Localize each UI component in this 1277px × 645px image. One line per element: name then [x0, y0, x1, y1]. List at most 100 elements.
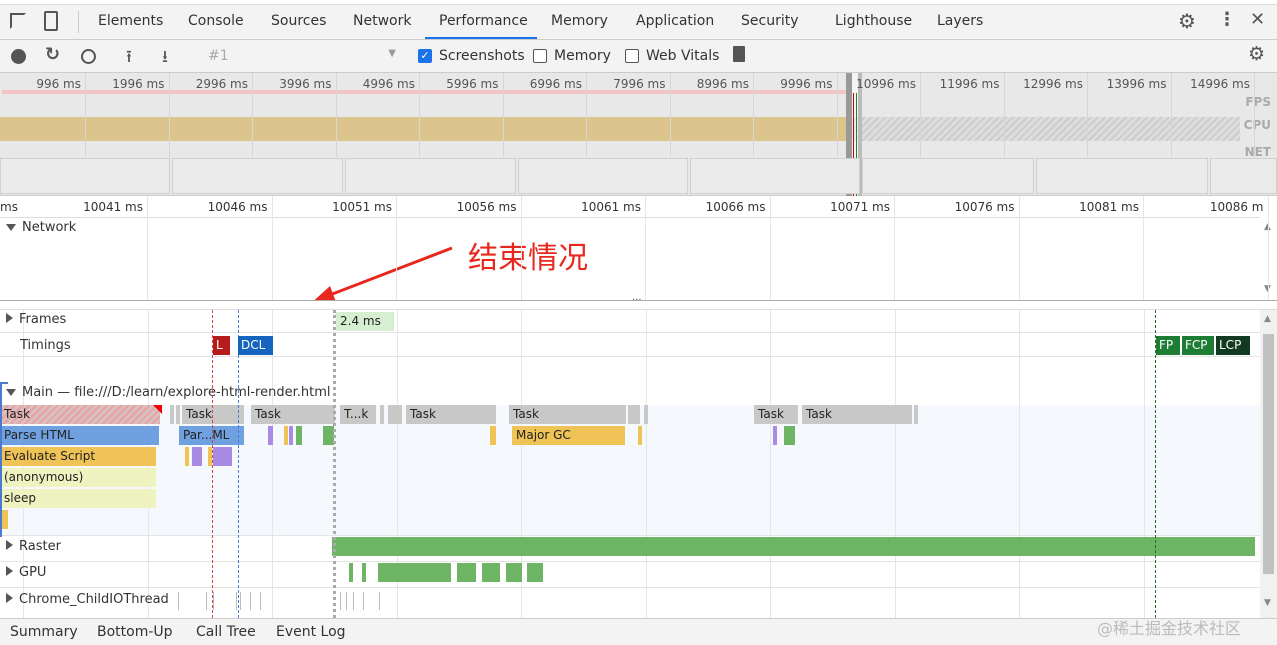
tab-sources[interactable]: Sources [271, 13, 326, 29]
event-block[interactable] [213, 447, 232, 466]
task-block[interactable]: Task [182, 405, 244, 424]
task-block[interactable] [388, 405, 402, 424]
screenshot-thumbnail[interactable] [0, 158, 170, 194]
fp-marker[interactable]: FP [1156, 336, 1180, 355]
tab-call-tree[interactable]: Call Tree [196, 624, 256, 640]
settings-icon[interactable]: ⚙ [1178, 9, 1196, 33]
tab-summary[interactable]: Summary [10, 624, 78, 640]
web-vitals-checkbox[interactable] [625, 49, 639, 63]
tab-console[interactable]: Console [188, 13, 244, 29]
io-event[interactable] [340, 592, 341, 610]
tab-lighthouse[interactable]: Lighthouse [835, 13, 912, 29]
major-gc-block[interactable]: Major GC [512, 426, 625, 445]
fcp-marker[interactable]: FCP [1182, 336, 1214, 355]
tab-elements[interactable]: Elements [98, 13, 163, 29]
load-marker[interactable]: L [213, 336, 230, 355]
tab-application[interactable]: Application [636, 13, 714, 29]
screenshots-checkbox[interactable]: ✓ [418, 49, 432, 63]
tab-security[interactable]: Security [741, 13, 799, 29]
gpu-block[interactable] [457, 563, 476, 582]
scrollbar-thumb[interactable] [1263, 334, 1274, 574]
event-block[interactable] [185, 447, 189, 466]
sleep-block[interactable]: sleep [0, 489, 156, 508]
event-block[interactable] [490, 426, 496, 445]
gpu-block[interactable] [378, 563, 451, 582]
recording-select[interactable]: #1 ▼ [200, 46, 400, 66]
task-block[interactable] [170, 405, 174, 424]
screenshot-thumbnail[interactable] [862, 158, 1034, 194]
tab-network[interactable]: Network [353, 13, 411, 29]
task-block[interactable] [380, 405, 384, 424]
io-event[interactable] [346, 592, 347, 610]
more-options-icon[interactable]: ⋮ [1218, 9, 1236, 30]
tab-event-log[interactable]: Event Log [276, 624, 346, 640]
io-event[interactable] [240, 592, 241, 610]
screenshot-thumbnail[interactable] [518, 158, 688, 194]
split-resizer[interactable]: ··· [0, 295, 1277, 310]
gpu-track-label[interactable]: GPU [6, 565, 46, 580]
task-block[interactable]: Task [754, 405, 798, 424]
frames-track-label[interactable]: Frames [6, 312, 66, 327]
io-event[interactable] [250, 592, 251, 610]
timeline-overview[interactable]: FPS CPU NET 996 ms 1996 ms 2996 ms 3996 ms 4… [0, 73, 1277, 196]
screenshot-thumbnail[interactable] [172, 158, 343, 194]
task-block-long[interactable]: Task [0, 405, 160, 424]
io-thread-track-label[interactable]: Chrome_ChildIOThread [6, 592, 169, 607]
tab-memory[interactable]: Memory [551, 13, 608, 29]
io-event[interactable] [206, 592, 207, 610]
io-event[interactable] [178, 592, 179, 610]
io-event[interactable] [379, 592, 380, 610]
device-toolbar-icon[interactable] [44, 11, 58, 31]
anonymous-function-block[interactable]: (anonymous) [0, 468, 156, 487]
flame-chart[interactable]: Frames 2.4 ms Timings Main — file:///D:/… [0, 310, 1260, 618]
clear-icon[interactable] [81, 49, 96, 64]
scroll-up-icon[interactable]: ▲ [1264, 314, 1271, 324]
capture-settings-icon[interactable]: ⚙ [1248, 43, 1265, 65]
io-event[interactable] [363, 592, 364, 610]
network-track[interactable]: Network [0, 218, 1260, 300]
flame-scrollbar[interactable]: ▲ ▼ [1260, 310, 1277, 618]
record-button[interactable] [11, 49, 26, 64]
screenshot-thumbnail[interactable] [690, 158, 860, 194]
gpu-block[interactable] [349, 563, 353, 582]
gpu-block[interactable] [527, 563, 543, 582]
task-block[interactable] [644, 405, 648, 424]
scroll-down-icon[interactable]: ▼ [1264, 598, 1271, 608]
parse-html-block[interactable]: Parse HTML [0, 426, 159, 445]
task-block[interactable]: T...k [340, 405, 376, 424]
io-event[interactable] [213, 592, 214, 610]
tab-bottom-up[interactable]: Bottom-Up [97, 624, 173, 640]
dcl-marker[interactable]: DCL [238, 336, 273, 355]
frame-duration[interactable]: 2.4 ms [336, 312, 394, 331]
task-block[interactable]: Task [509, 405, 626, 424]
evaluate-script-block[interactable]: Evaluate Script [0, 447, 156, 466]
event-block[interactable] [192, 447, 202, 466]
event-block[interactable] [638, 426, 642, 445]
task-block[interactable]: Task [251, 405, 335, 424]
gpu-block[interactable] [506, 563, 522, 582]
task-block[interactable] [914, 405, 918, 424]
gpu-block[interactable] [362, 563, 366, 582]
event-block[interactable] [784, 426, 795, 445]
task-block[interactable]: Task [802, 405, 912, 424]
io-event[interactable] [260, 592, 261, 610]
gpu-block[interactable] [482, 563, 500, 582]
screenshot-thumbnail[interactable] [1036, 158, 1208, 194]
reload-icon[interactable]: ↻ [45, 44, 60, 65]
tab-layers[interactable]: Layers [937, 13, 983, 29]
event-block[interactable] [289, 426, 293, 445]
download-icon[interactable]: ⭳ [162, 44, 168, 73]
task-block[interactable]: Task [406, 405, 496, 424]
screenshot-thumbnail[interactable] [1210, 158, 1277, 194]
event-block[interactable] [773, 426, 777, 445]
memory-checkbox[interactable] [533, 49, 547, 63]
io-event[interactable] [236, 592, 237, 610]
raster-block[interactable] [332, 537, 1255, 556]
trash-icon[interactable] [733, 46, 745, 62]
event-block[interactable] [268, 426, 273, 445]
upload-icon[interactable]: ⭱ [126, 44, 132, 73]
close-icon[interactable]: ✕ [1250, 9, 1265, 30]
task-block[interactable] [628, 405, 640, 424]
lcp-marker[interactable]: LCP [1216, 336, 1250, 355]
screenshot-thumbnail[interactable] [345, 158, 516, 194]
